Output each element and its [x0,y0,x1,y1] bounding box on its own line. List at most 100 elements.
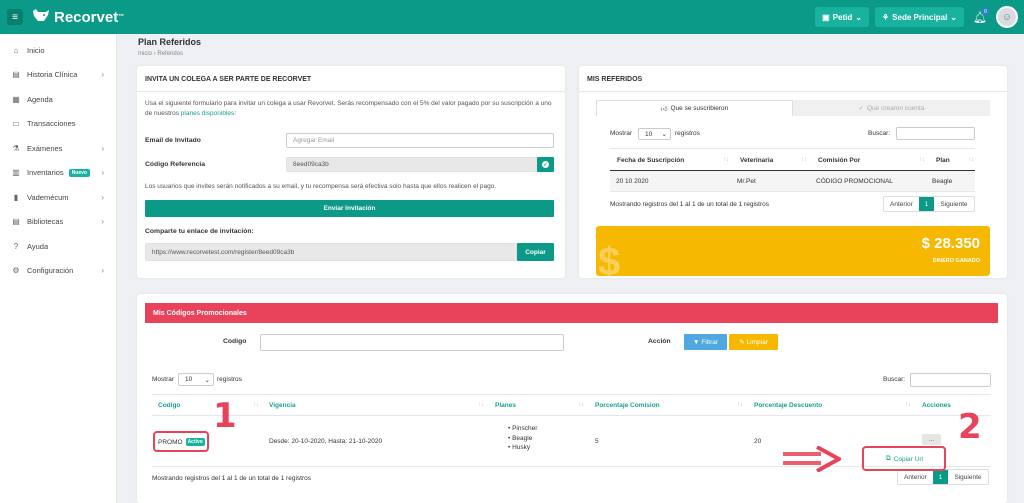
plan-item: • Beagle [508,434,533,442]
page-1-button[interactable]: 1 [932,470,949,484]
promo-validity-cell: Desde: 20-10-2020, Hasta: 21-10-2020 [269,438,383,445]
promo-search-input[interactable] [910,373,991,387]
tab-created-account[interactable]: ✓ Que crearon cuenta [793,100,990,116]
user-avatar[interactable]: ☺ [996,6,1018,28]
clear-button[interactable]: ✎ Limpiar [729,334,778,350]
sort-icon[interactable]: ↑↓ [478,402,484,408]
copy-link-button[interactable]: Copiar [517,243,554,261]
breadcrumb-separator: › [153,51,156,57]
referrals-page-size-select[interactable]: 10 ⌄ [638,128,671,140]
earnings-amount: $ 28.350 [921,235,980,252]
cell-comision: CÓDIGO PROMOCIONAL [816,178,893,185]
filter-icon: ▼ [692,338,700,346]
email-input[interactable]: Agregar Email [286,133,554,148]
col-porcentaje-comision[interactable]: Porcentaje Comision [595,402,660,409]
annotation-box-copy-url [862,446,946,471]
sort-icon[interactable]: ↑↓ [723,157,729,163]
filter-button[interactable]: ▼ Filtrar [684,334,727,350]
sidebar-item-label: Inventarios [27,168,64,178]
sort-icon[interactable]: ↑↓ [737,402,743,408]
referrals-pagination: Anterior 1 Siguiente [883,196,975,212]
dollar-watermark-icon: $ [598,240,621,276]
col-veterinaria[interactable]: Veterinaria [740,157,773,164]
tab-created-account-label: Que crearon cuenta [867,104,925,112]
filter-button-label: Filtrar [701,338,719,346]
referrals-show-label: Mostrar [610,130,633,137]
menu-icon: ≡ [12,11,18,23]
email-label: Email de Invitado [145,137,201,144]
sort-icon[interactable]: ↑↓ [253,402,259,408]
sidebar-item-configuracion[interactable]: ⚙ Configuración › [0,259,116,284]
sort-icon[interactable]: ↑↓ [905,402,911,408]
col-plan[interactable]: Plan [936,157,950,164]
sidebar-item-bibliotecas[interactable]: ▤ Bibliotecas › [0,210,116,235]
calendar-icon: ▦ [12,94,20,104]
chevron-right-icon: › [101,143,104,153]
col-porcentaje-descuento[interactable]: Porcentaje Descuento [754,402,822,409]
annotation-arrow-icon [783,445,844,474]
col-planes[interactable]: Planes [495,402,516,409]
sidebar-item-vademecum[interactable]: ▮ Vademécum › [0,185,116,210]
referrals-search-label: Buscar: [868,130,891,137]
invite-intro: Usa el siguiente formulario para invitar… [145,99,557,119]
branch-dropdown[interactable]: ⚘ Sede Principal ⌄ [874,7,964,27]
sidebar-item-examenes[interactable]: ⚗ Exámenes › [0,136,116,161]
actions-dropdown-button[interactable]: ... [922,434,941,445]
col-acciones: Acciones [922,402,951,409]
referral-code-check-button[interactable]: ✓ [537,157,554,172]
sidebar-item-historia-clinica[interactable]: ▤ Historia Clínica › [0,63,116,88]
sidebar-item-agenda[interactable]: ▦ Agenda [0,87,116,112]
chevron-down-icon: ⌄ [661,131,667,138]
promo-records-label: registros [217,376,242,383]
share-url-field[interactable]: https://www.recorvetest.com/register/8ee… [145,243,517,261]
referral-code-label: Código Referencia [145,161,206,168]
clinic-icon: ▣ [822,12,830,22]
plans-link[interactable]: planes disponibles [181,110,234,117]
breadcrumb-current: Referidos [157,51,184,57]
promo-search-label: Buscar: [883,376,906,383]
library-icon: ▤ [12,217,20,227]
sort-icon[interactable]: ↑↓ [578,402,584,408]
sort-icon[interactable]: ↑↓ [801,157,807,163]
referrals-card-title: MIS REFERIDOS [587,76,643,83]
breadcrumb-home-link[interactable]: Inicio [138,51,152,57]
sort-icon[interactable]: ↑↓ [968,157,974,163]
table-row: 20 10 2020 Mr.Pet CÓDIGO PROMOCIONAL Bea… [610,171,975,191]
referrals-footer-info: Mostrando registros del 1 al 1 de un tot… [610,201,769,208]
brand-name: Recorvet [54,8,119,26]
plan-item: • Pinscher [508,425,538,432]
chevron-right-icon: › [101,266,104,276]
sidebar-item-label: Historia Clínica [27,70,78,80]
flask-icon: ⚗ [12,143,20,153]
hamburger-menu-button[interactable]: ≡ [7,9,23,25]
send-invitation-button[interactable]: Enviar Invitación [145,200,554,217]
page-1-button[interactable]: 1 [918,197,935,211]
sidebar-item-transacciones[interactable]: ▭ Transacciones [0,112,116,137]
promo-code-filter-input[interactable] [260,334,564,351]
prev-page-button[interactable]: Anterior [884,197,919,211]
prev-page-button[interactable]: Anterior [898,470,933,484]
col-fecha-suscripcion[interactable]: Fecha de Suscripción [617,157,684,164]
promo-page-size-select[interactable]: 10 ⌄ [178,373,214,386]
brand-logo[interactable]: Recorvet ™ [32,8,124,26]
col-vigencia[interactable]: Vigencia [269,402,296,409]
tab-subscribed[interactable]: 👍︎ Que se suscribieron [596,100,793,116]
sidebar-item-inventarios[interactable]: ▥ Inventarios Nuevo › [0,161,116,186]
col-comision-por[interactable]: Comisión Por [818,157,860,164]
pet-dropdown[interactable]: ▣ Petid ⌄ [815,7,869,27]
invite-intro-end: : [234,110,237,117]
help-icon: ? [13,241,19,251]
sidebar-item-inicio[interactable]: ⌂ Inicio [0,38,116,63]
sidebar-item-ayuda[interactable]: ? Ayuda [0,234,116,259]
next-page-button[interactable]: Siguiente [948,470,987,484]
referrals-search-input[interactable] [896,127,975,140]
branch-icon: ⚘ [881,12,890,22]
share-link-label: Comparte tu enlace de invitación: [145,228,254,235]
chevron-right-icon: › [101,217,104,227]
sort-icon[interactable]: ↑↓ [919,157,925,163]
col-codigo[interactable]: Codigo [158,402,180,409]
next-page-button[interactable]: Siguiente [934,197,973,211]
chevron-down-icon: ⌄ [204,376,210,384]
notifications-button[interactable]: 🔔︎ 0 [970,7,990,27]
promo-card [137,294,1007,503]
